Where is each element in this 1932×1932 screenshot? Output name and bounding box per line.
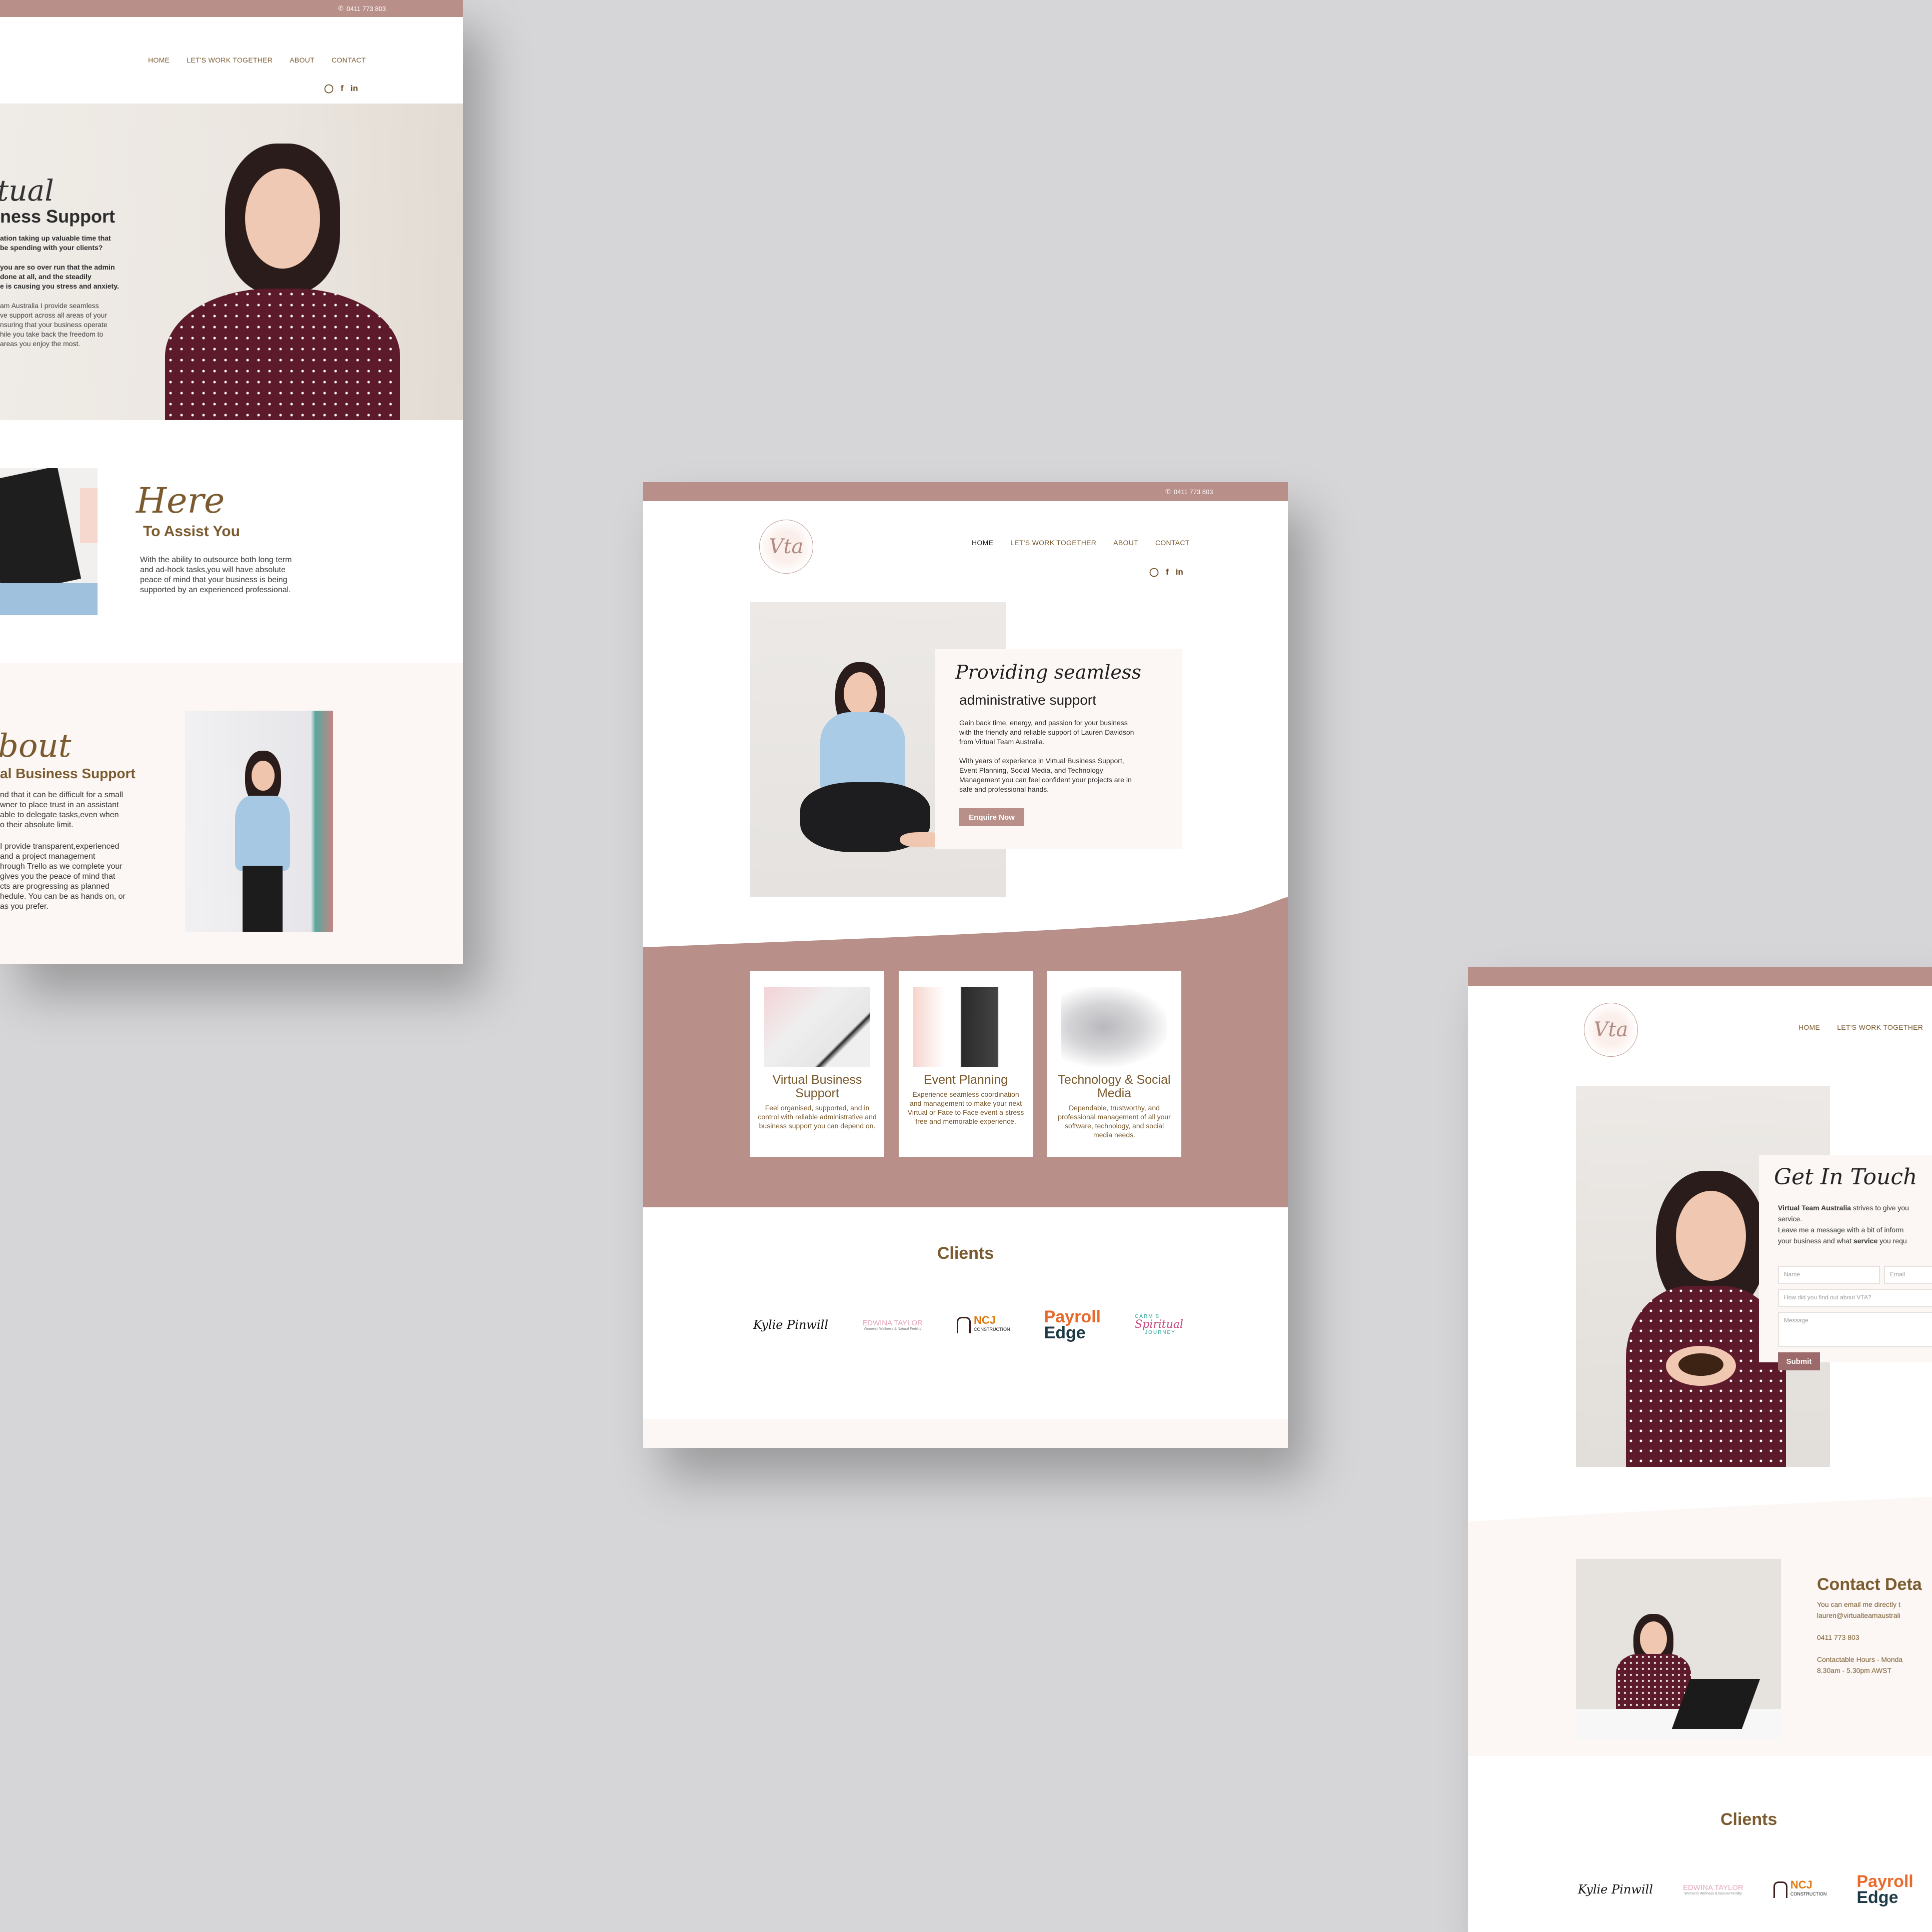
phone-icon: ✆ [1165, 488, 1171, 495]
event-planning-image [913, 987, 1019, 1067]
nav-contact[interactable]: CONTACT [1155, 539, 1190, 547]
nav-home[interactable]: HOME [1798, 1023, 1820, 1031]
top-bar: ✆ 0411 773 803 [643, 482, 1288, 501]
phone-icon: ✆ [338, 5, 344, 12]
top-bar: ✆ 0411 773 803 [0, 0, 463, 17]
technology-image [1061, 987, 1167, 1067]
phone-contact[interactable]: ✆ 0411 773 803 [1165, 488, 1213, 496]
name-input[interactable]: Name [1778, 1266, 1880, 1284]
client-logo-carms-spiritual-journey: CARM'S Spiritual JOURNEY [1135, 1314, 1183, 1335]
client-logo-ncj-construction: NCJ CONSTRUCTION [1773, 1879, 1826, 1898]
site-logo[interactable]: Vta [1584, 1003, 1638, 1057]
laptop-photo [0, 468, 98, 615]
client-logo-kylie-pinwill: Kylie Pinwill [1578, 1882, 1653, 1896]
source-input[interactable]: How did you find out about VTA? [1778, 1289, 1932, 1307]
desk-flatlay-image [764, 987, 870, 1067]
contact-form-card: Get In Touch Virtual Team Australia stri… [1759, 1155, 1932, 1370]
contact-details-body: You can email me directly t lauren@virtu… [1817, 1600, 1903, 1674]
nav-work-together[interactable]: LET'S WORK TOGETHER [1010, 539, 1096, 547]
service-card[interactable]: Technology & Social Media Dependable, tr… [1047, 971, 1181, 1157]
social-links: ◯ f in [1149, 567, 1183, 577]
assist-body: With the ability to outsource both long … [140, 556, 292, 594]
facebook-icon[interactable]: f [341, 84, 344, 94]
email-input[interactable]: Email [1884, 1266, 1932, 1284]
about-paragraph-1: nd that it can be difficult for a small … [0, 791, 124, 829]
left-page-mockup: ✆ 0411 773 803 HOME LET'S WORK TOGETHER … [0, 0, 463, 964]
ncj-mark-icon [1773, 1881, 1787, 1898]
hero-title: administrative support [959, 692, 1096, 708]
right-page-mockup: Vta HOME LET'S WORK TOGETHER Get In Touc… [1468, 967, 1932, 1932]
about-section: bout al Business Support nd that it can … [0, 663, 463, 964]
clients-title: Clients [1720, 1810, 1777, 1829]
hero-paragraph-2: With years of experience in Virtual Busi… [959, 757, 1132, 793]
clients-title: Clients [937, 1244, 994, 1263]
hero-portrait [150, 139, 430, 420]
client-logos: Kylie Pinwill EDWINA TAYLOR Women's Well… [753, 1302, 1183, 1347]
client-logo-payroll-edge: Payroll Edge [1856, 1872, 1913, 1907]
hero-section: tual ness Support ation taking up valuab… [0, 104, 463, 420]
contact-script-title: Get In Touch [1774, 1164, 1917, 1190]
assist-title: To Assist You [143, 523, 240, 540]
client-logo-kylie-pinwill: Kylie Pinwill [753, 1318, 828, 1332]
contact-intro: Virtual Team Australia strives to give y… [1778, 1204, 1909, 1245]
nav-work-together[interactable]: LET'S WORK TOGETHER [1837, 1023, 1923, 1031]
about-script-title: bout [0, 728, 72, 765]
nav-contact[interactable]: CONTACT [332, 56, 366, 64]
phone-contact[interactable]: ✆ 0411 773 803 [338, 5, 386, 13]
service-card[interactable]: Virtual Business Support Feel organised,… [750, 971, 884, 1157]
about-portrait [185, 711, 333, 932]
linkedin-icon[interactable]: in [351, 84, 358, 94]
client-logo-payroll-edge: Payroll Edge [1044, 1307, 1101, 1342]
hero-body: am Australia I provide seamless ve suppo… [0, 302, 108, 348]
contact-email-link[interactable]: lauren@virtualteamaustrali [1817, 1610, 1902, 1621]
facebook-icon[interactable]: f [1166, 567, 1169, 577]
linkedin-icon[interactable]: in [1176, 567, 1183, 577]
desk-portrait [1576, 1559, 1781, 1740]
client-logo-edwina-taylor: EDWINA TAYLOR Women's Wellness & Natural… [1683, 1883, 1743, 1895]
nav-work-together[interactable]: LET'S WORK TOGETHER [187, 56, 273, 64]
nav-home[interactable]: HOME [972, 539, 993, 547]
contact-details-title: Contact Deta [1817, 1575, 1922, 1594]
contact-phone[interactable]: 0411 773 803 [1817, 1632, 1902, 1643]
instagram-icon[interactable]: ◯ [324, 84, 334, 94]
about-title: al Business Support [0, 766, 136, 781]
hero-paragraph-1: Gain back time, energy, and passion for … [959, 719, 1134, 746]
service-card[interactable]: Event Planning Experience seamless coord… [899, 971, 1033, 1157]
client-logos: Kylie Pinwill EDWINA TAYLOR Women's Well… [1578, 1867, 1932, 1912]
social-links: ◯ f in [324, 84, 358, 94]
hero-title: ness Support [0, 206, 116, 227]
assist-script-title: Here [136, 480, 225, 521]
client-logo-ncj-construction: NCJ CONSTRUCTION [957, 1315, 1010, 1334]
contact-details-section: Contact Deta You can email me directly t… [1468, 1536, 1932, 1756]
section-wave [1468, 1497, 1932, 1537]
nav-home[interactable]: HOME [148, 56, 170, 64]
main-nav: HOME LET'S WORK TOGETHER ABOUT CONTACT [972, 539, 1190, 547]
hero-script-title: Providing seamless [955, 661, 1141, 683]
nav-about[interactable]: ABOUT [290, 56, 315, 64]
top-bar [1468, 967, 1932, 986]
footer-strip [643, 1419, 1288, 1448]
assist-section: Here To Assist You With the ability to o… [0, 420, 463, 663]
hero-bold-paragraph-1: ation taking up valuable time that be sp… [0, 234, 111, 252]
nav-about[interactable]: ABOUT [1113, 539, 1138, 547]
about-paragraph-2: I provide transparent,experienced and a … [0, 842, 126, 911]
ncj-mark-icon [957, 1316, 971, 1333]
hero-bold-paragraph-2: you are so over run that the admin done … [0, 263, 119, 290]
message-textarea[interactable]: Message [1778, 1312, 1932, 1347]
main-nav: HOME LET'S WORK TOGETHER [1798, 1023, 1923, 1031]
client-logo-edwina-taylor: EDWINA TAYLOR Women's Wellness & Natural… [862, 1319, 923, 1331]
enquire-now-button[interactable]: Enquire Now [959, 808, 1024, 826]
services-section: Virtual Business Support Feel organised,… [643, 950, 1288, 1207]
hero-card: Providing seamless administrative suppor… [935, 649, 1182, 849]
main-nav: HOME LET'S WORK TOGETHER ABOUT CONTACT [148, 56, 366, 64]
section-wave [643, 897, 1288, 952]
submit-button[interactable]: Submit [1778, 1352, 1820, 1370]
center-page-mockup: ✆ 0411 773 803 Vta HOME LET'S WORK TOGET… [643, 482, 1288, 1448]
site-logo[interactable]: Vta [759, 520, 813, 574]
hero-script-title: tual [0, 174, 54, 208]
instagram-icon[interactable]: ◯ [1149, 567, 1159, 577]
